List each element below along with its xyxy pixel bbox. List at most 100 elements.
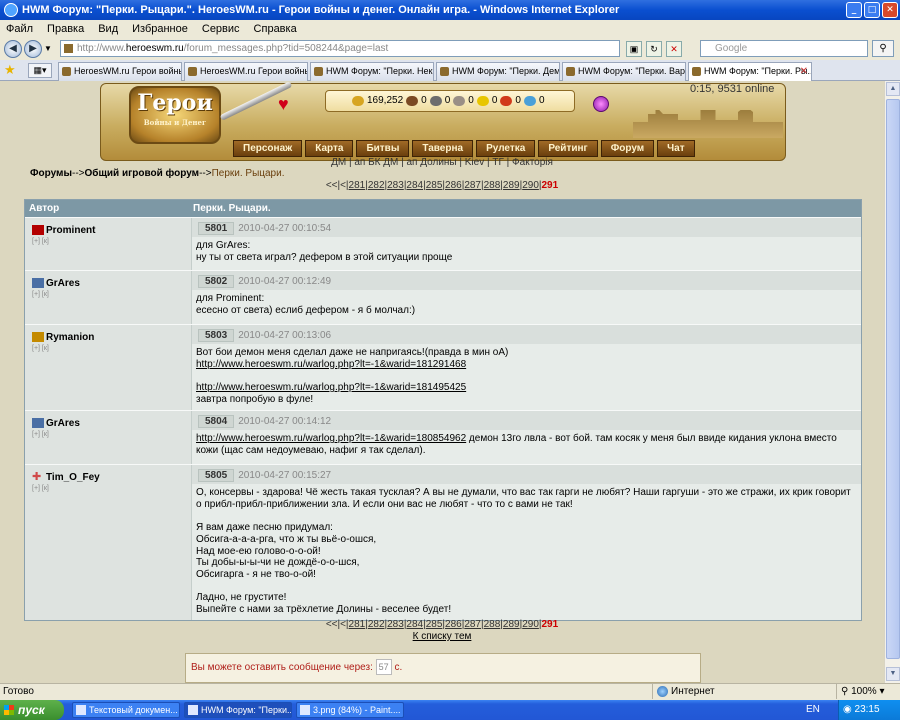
nav-battles[interactable]: Битвы <box>356 140 410 157</box>
castle-illustration <box>633 102 783 138</box>
favorites-star-icon[interactable]: ★ <box>4 63 16 77</box>
pager-page[interactable]: 284 <box>406 619 423 630</box>
compat-view-icon[interactable]: ▣ <box>626 41 642 57</box>
pager-prev[interactable]: <<|<| <box>326 619 349 630</box>
pager-page[interactable]: 288 <box>484 619 501 630</box>
maximize-button[interactable]: □ <box>864 2 880 18</box>
game-logo[interactable]: Герои Войны и Денег <box>129 86 221 144</box>
menu-favorites[interactable]: Избранное <box>132 20 188 38</box>
pager-page[interactable]: 281 <box>349 180 366 191</box>
pager-page[interactable]: 282 <box>368 619 385 630</box>
author-actions[interactable]: [+] [к] <box>32 291 191 298</box>
post-number[interactable]: 5801 <box>198 222 235 235</box>
author-link[interactable]: Rymanion <box>46 332 94 343</box>
back-icon[interactable]: ◀ <box>4 40 22 58</box>
nav-roulette[interactable]: Рулетка <box>476 140 536 157</box>
nav-map[interactable]: Карта <box>305 140 354 157</box>
window-titlebar[interactable]: HWM Форум: "Перки. Рыцари.". HeroesWM.ru… <box>0 0 900 20</box>
pager-page[interactable]: 290 <box>522 619 539 630</box>
clock[interactable]: 23:15 <box>855 704 880 715</box>
author-actions[interactable]: [+] [к] <box>32 345 191 352</box>
nav-forum[interactable]: Форум <box>600 140 655 157</box>
back-to-list-label[interactable]: К списку тем <box>413 631 472 642</box>
tray-icon[interactable]: ◉ <box>843 704 855 715</box>
menu-view[interactable]: Вид <box>98 20 118 38</box>
author-link[interactable]: GrAres <box>46 278 80 289</box>
task-ie[interactable]: HWM Форум: "Перки... <box>184 702 292 718</box>
security-zone[interactable]: Интернет <box>652 684 790 699</box>
post-number[interactable]: 5803 <box>198 329 235 342</box>
pager-page[interactable]: 287 <box>464 180 481 191</box>
pager-page[interactable]: 287 <box>464 619 481 630</box>
pager-page[interactable]: 286 <box>445 619 462 630</box>
tab-6-active[interactable]: HWM Форум: "Перки. Ры... ✕ <box>688 62 812 82</box>
author-link[interactable]: Prominent <box>46 225 95 236</box>
search-icon[interactable]: ⚲ <box>872 40 894 57</box>
pager-page[interactable]: 284 <box>406 180 423 191</box>
task-notepad[interactable]: Текстовый докумен... <box>72 702 180 718</box>
pager-page[interactable]: 288 <box>484 180 501 191</box>
tab-2[interactable]: HeroesWM.ru Герои войны ... <box>184 62 308 81</box>
author-link[interactable]: Tim_O_Fey <box>46 472 100 483</box>
history-dropdown-icon[interactable]: ▼ <box>44 44 52 53</box>
ie-app-icon <box>4 3 18 17</box>
close-button[interactable]: ✕ <box>882 2 898 18</box>
pager-page[interactable]: 282 <box>368 180 385 191</box>
minimize-button[interactable]: _ <box>846 2 862 18</box>
nav-chat[interactable]: Чат <box>657 140 695 157</box>
stop-icon[interactable]: ✕ <box>666 41 682 57</box>
menu-tools[interactable]: Сервис <box>202 20 240 38</box>
author-actions[interactable]: [+] [к] <box>32 431 191 438</box>
pager-page[interactable]: 286 <box>445 180 462 191</box>
tab-1[interactable]: HeroesWM.ru Герои войны ... <box>58 62 182 81</box>
sub-links[interactable]: ДМ | ап БК ДМ | ап Долины | Kiev | ТГ | … <box>0 157 884 168</box>
pager-page[interactable]: 285 <box>426 180 443 191</box>
breadcrumb-section[interactable]: Общий игровой форум <box>85 168 200 179</box>
quick-tabs-icon[interactable]: ▦▾ <box>28 63 52 78</box>
pager-page[interactable]: 290 <box>522 180 539 191</box>
menu-file[interactable]: Файл <box>6 20 33 38</box>
nav-character[interactable]: Персонаж <box>233 140 303 157</box>
zoom-level[interactable]: ⚲ 100% ▾ <box>836 684 885 699</box>
pager-page[interactable]: 283 <box>387 180 404 191</box>
scroll-thumb[interactable] <box>886 99 900 659</box>
post-number[interactable]: 5805 <box>198 469 235 482</box>
task-paint[interactable]: 3.png (84%) - Paint.... <box>296 702 404 718</box>
language-indicator[interactable]: EN <box>806 700 820 720</box>
tab-3[interactable]: HWM Форум: "Перки. Некро... <box>310 62 434 81</box>
warlog-link[interactable]: http://www.heroeswm.ru/warlog.php?lt=-1&… <box>196 359 466 370</box>
refresh-icon[interactable]: ↻ <box>646 41 662 57</box>
scroll-down-icon[interactable]: ▼ <box>886 667 900 681</box>
post-row: ✚ Tim_O_Fey [+] [к] 5805 2010-04-27 00:15:… <box>25 464 861 620</box>
pager-prev[interactable]: <<|<| <box>326 180 349 191</box>
warlog-link[interactable]: http://www.heroeswm.ru/warlog.php?lt=-1&… <box>196 433 466 444</box>
pager-page[interactable]: 289 <box>503 619 520 630</box>
pager-page[interactable]: 285 <box>426 619 443 630</box>
pager-page[interactable]: 289 <box>503 180 520 191</box>
post-number[interactable]: 5804 <box>198 415 235 428</box>
search-input[interactable]: Google <box>700 40 868 57</box>
author-actions[interactable]: [+] [к] <box>32 485 191 492</box>
scroll-up-icon[interactable]: ▲ <box>886 82 900 96</box>
tab-5[interactable]: HWM Форум: "Перки. Варва... <box>562 62 686 81</box>
back-to-list-link[interactable]: К списку тем <box>0 631 884 642</box>
vertical-scrollbar[interactable]: ▲ ▼ <box>884 81 900 683</box>
tab-4[interactable]: HWM Форум: "Перки. Демо... <box>436 62 560 81</box>
author-actions[interactable]: [+] [к] <box>32 238 191 245</box>
menu-edit[interactable]: Правка <box>47 20 84 38</box>
menu-help[interactable]: Справка <box>254 20 297 38</box>
nav-rating[interactable]: Рейтинг <box>538 140 598 157</box>
pager-page[interactable]: 281 <box>349 619 366 630</box>
start-button[interactable]: пуск <box>0 700 64 720</box>
breadcrumb-forums[interactable]: Форумы <box>30 168 72 179</box>
forward-icon[interactable]: ▶ <box>24 40 42 58</box>
tab-favicon-icon <box>440 67 449 76</box>
breadcrumb-current[interactable]: Перки. Рыцари. <box>212 168 285 179</box>
warlog-link[interactable]: http://www.heroeswm.ru/warlog.php?lt=-1&… <box>196 382 466 393</box>
author-link[interactable]: GrAres <box>46 418 80 429</box>
pager-page[interactable]: 283 <box>387 619 404 630</box>
tab-close-icon[interactable]: ✕ <box>800 63 808 80</box>
nav-tavern[interactable]: Таверна <box>412 140 474 157</box>
address-input[interactable]: http://www.heroeswm.ru/forum_messages.ph… <box>60 40 620 57</box>
post-number[interactable]: 5802 <box>198 275 235 288</box>
